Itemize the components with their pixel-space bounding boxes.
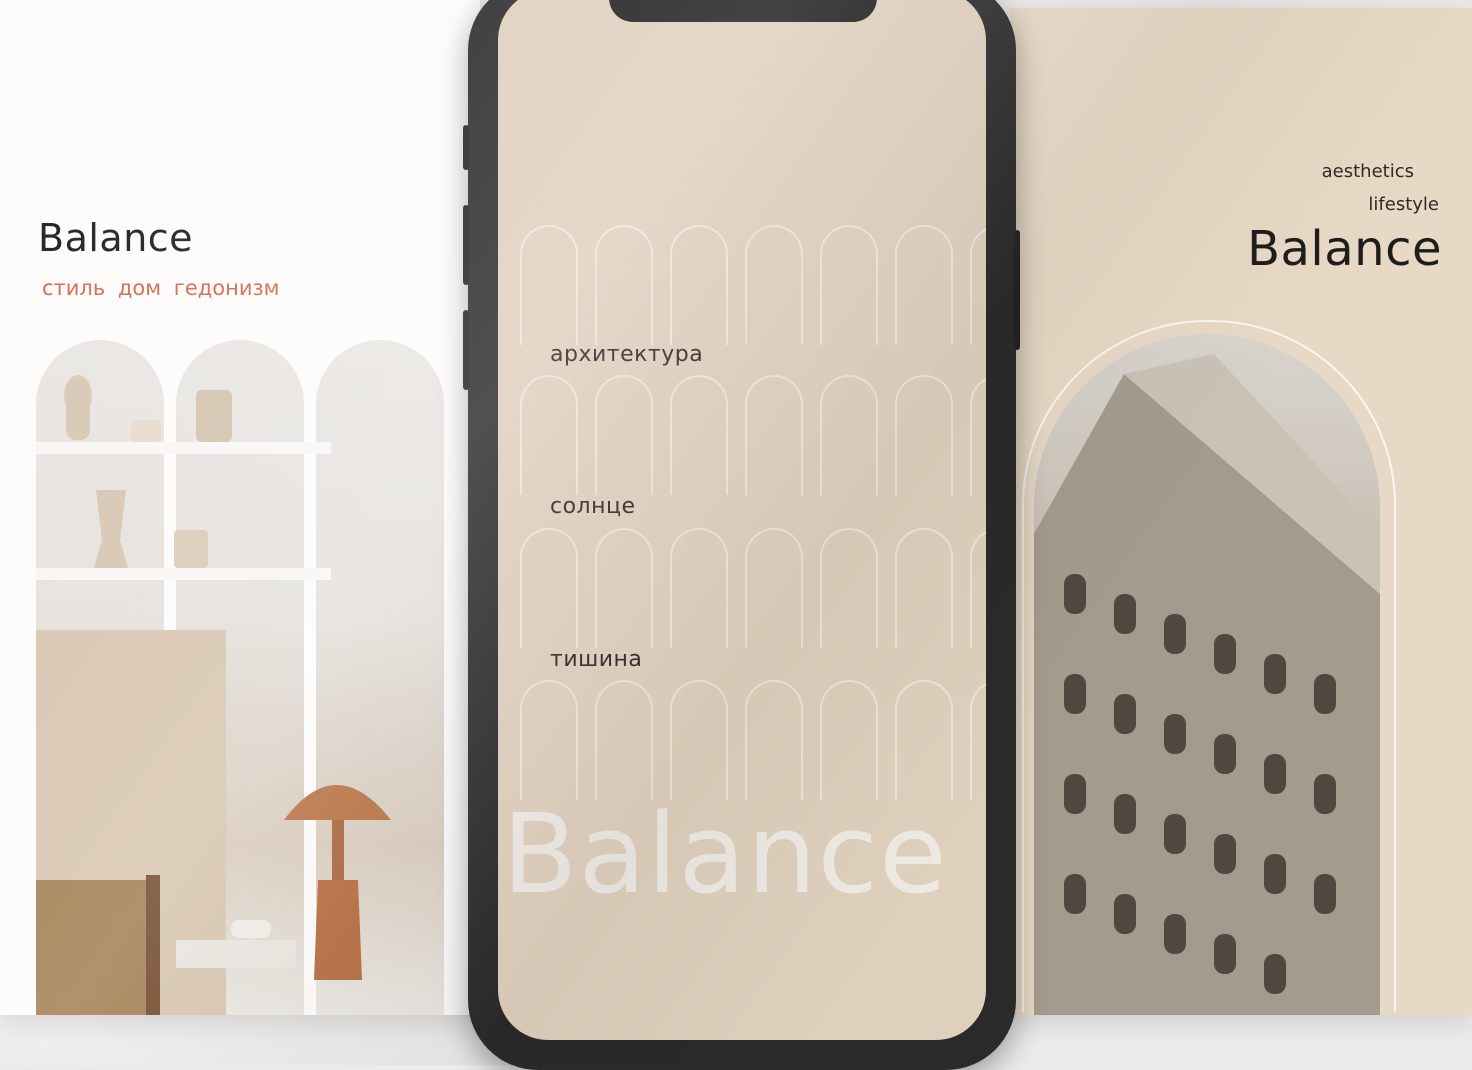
arch-outline-shape xyxy=(895,528,953,648)
arch-outline-shape xyxy=(745,528,803,648)
arch-outline-shape xyxy=(595,225,653,345)
arch-outline-shape xyxy=(520,680,578,800)
screen-word-sun: солнце xyxy=(550,494,636,519)
arch-outline-shape xyxy=(520,375,578,495)
arch-outline-shape xyxy=(745,680,803,800)
arch-outline-shape xyxy=(970,225,986,345)
arch-outline-shape xyxy=(670,375,728,495)
arch-outline-shape xyxy=(670,225,728,345)
arch-outline-shape xyxy=(520,528,578,648)
right-card-title: Balance xyxy=(1247,221,1442,277)
screen-word-silence: тишина xyxy=(550,647,643,672)
screen-word-architecture: архитектура xyxy=(550,342,704,367)
left-card-tags: стиль дом гедонизм xyxy=(42,276,280,300)
phone-volume-up-button xyxy=(463,205,469,285)
screen-big-title: Balance xyxy=(502,790,948,918)
arch-outline-shape xyxy=(820,680,878,800)
arch-outline-shape xyxy=(745,375,803,495)
arch-outline-shape xyxy=(670,680,728,800)
left-card-title: Balance xyxy=(38,216,194,260)
arch-outline-shape xyxy=(895,680,953,800)
right-card-tag-lifestyle: lifestyle xyxy=(1368,194,1439,215)
phone-power-button xyxy=(1014,230,1020,350)
arch-outline-shape xyxy=(595,680,653,800)
arch-outline-shape xyxy=(820,225,878,345)
arch-outline-shape xyxy=(595,528,653,648)
phone-mute-button xyxy=(463,125,469,170)
arch-outline-shape xyxy=(895,225,953,345)
building-icon xyxy=(1034,354,1380,1015)
right-card-tag-aesthetics: aesthetics xyxy=(1321,161,1414,182)
phone-volume-down-button xyxy=(463,310,469,390)
left-card: Balance стиль дом гедонизм xyxy=(0,0,480,1015)
building-photo xyxy=(1034,334,1380,1015)
arch-outline-shape xyxy=(520,225,578,345)
arch-outline-shape xyxy=(595,375,653,495)
arch-outline-shape xyxy=(970,680,986,800)
phone-notch xyxy=(609,0,877,22)
phone-screen: архитектура солнце тишина Balance xyxy=(498,0,986,1040)
arch-outline-shape xyxy=(820,528,878,648)
arch-outline-shape xyxy=(745,225,803,345)
arch-outline-shape xyxy=(670,528,728,648)
arch-outline-shape xyxy=(895,375,953,495)
arch-outline-shape xyxy=(970,528,986,648)
arch-outline-shape xyxy=(820,375,878,495)
interior-shelves-photo xyxy=(36,340,446,1015)
interior-objects-icon xyxy=(36,375,391,1015)
arch-outline-shape xyxy=(970,375,986,495)
